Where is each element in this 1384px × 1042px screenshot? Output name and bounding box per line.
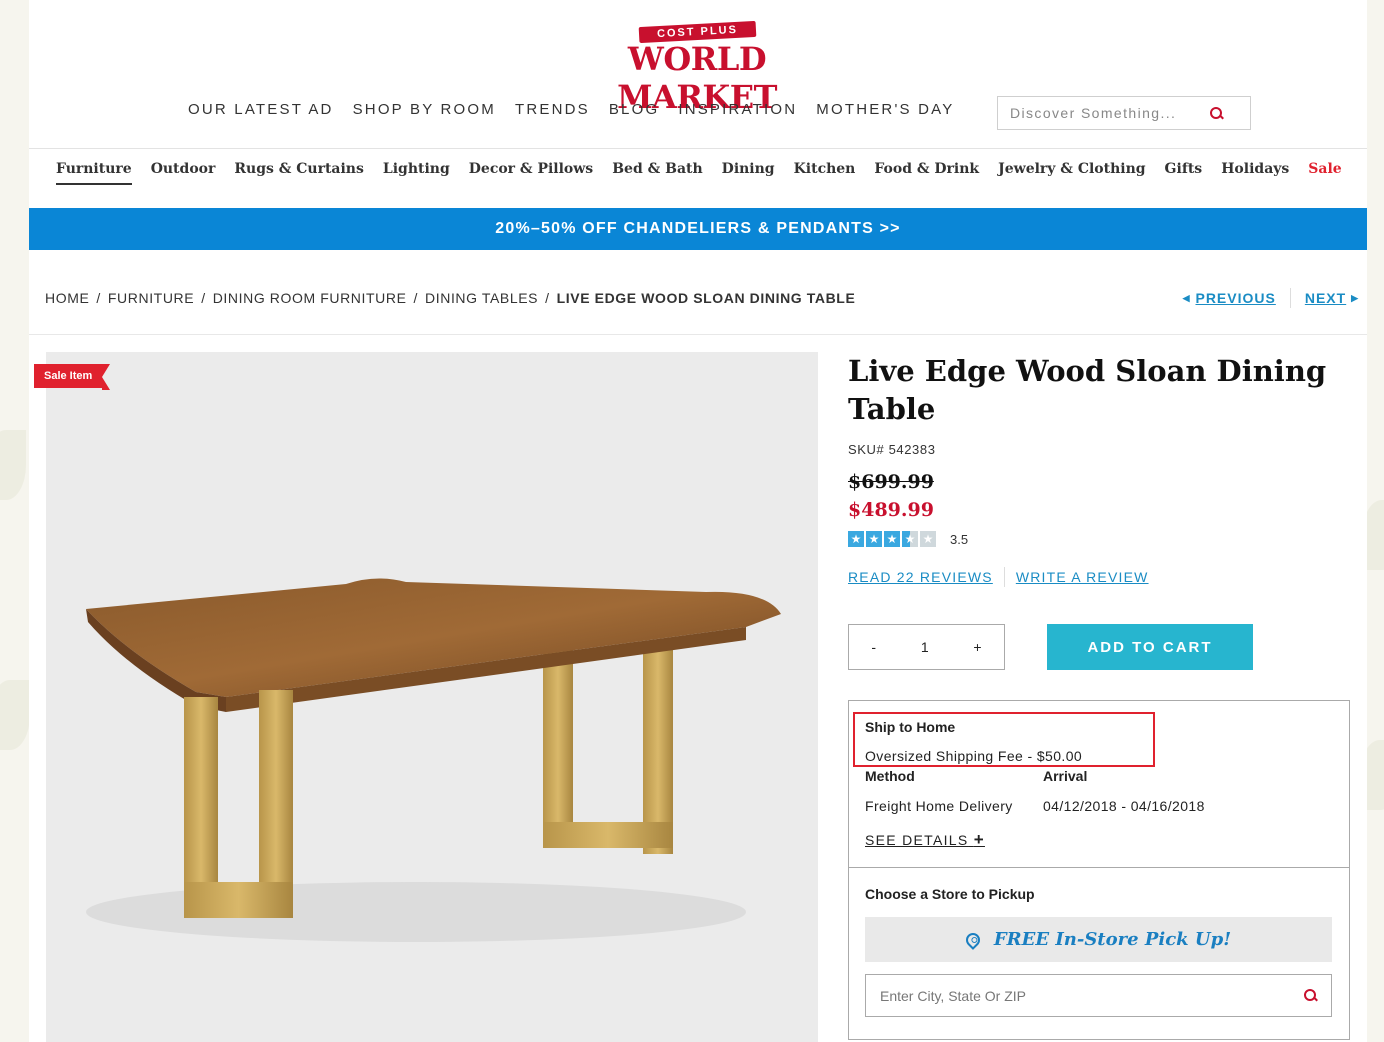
star-icon: ★ (848, 531, 864, 547)
fulfillment-box: Ship to Home Oversized Shipping Fee - $5… (848, 700, 1350, 1040)
search-icon[interactable] (1304, 989, 1317, 1002)
category-rugs-curtains[interactable]: Rugs & Curtains (234, 161, 364, 185)
star-half-icon: ★ (902, 531, 918, 547)
nav-trends[interactable]: TRENDS (515, 101, 590, 118)
store-locator-field (865, 974, 1332, 1017)
category-gifts[interactable]: Gifts (1165, 161, 1203, 185)
location-pin-icon (962, 929, 983, 950)
background-leaf (0, 430, 26, 500)
breadcrumb-separator: / (201, 290, 206, 306)
category-jewelry-clothing[interactable]: Jewelry & Clothing (998, 161, 1145, 185)
quantity-value[interactable]: 1 (921, 639, 929, 655)
pickup-button-label: FREE In-Store Pick Up! (993, 929, 1232, 950)
star-empty-icon: ★ (920, 531, 936, 547)
breadcrumb-separator: / (413, 290, 419, 306)
pickup-title: Choose a Store to Pickup (865, 886, 1035, 902)
plus-icon: + (973, 830, 985, 849)
nav-blog[interactable]: BLOG (609, 101, 659, 118)
quantity-stepper: - 1 + (848, 624, 1005, 670)
breadcrumb-separator: / (96, 290, 101, 306)
category-nav: Furniture Outdoor Rugs & Curtains Lighti… (56, 161, 1342, 185)
next-link[interactable]: NEXT (1305, 290, 1346, 306)
breadcrumb-furniture[interactable]: FURNITURE (108, 290, 194, 306)
nav-latest-ad[interactable]: OUR LATEST AD (188, 101, 334, 118)
site-search (997, 96, 1251, 130)
chevron-right-icon: ▶ (1351, 292, 1359, 303)
rating-value: 3.5 (950, 531, 969, 547)
nav-inspiration[interactable]: INSPIRATION (678, 101, 797, 118)
product-sku: SKU# 542383 (848, 442, 936, 457)
fulfillment-divider (849, 867, 1349, 868)
breadcrumb-home[interactable]: HOME (45, 290, 89, 306)
ship-to-home-title: Ship to Home (865, 719, 956, 735)
category-holidays[interactable]: Holidays (1221, 161, 1289, 185)
header-divider (29, 148, 1367, 149)
write-review-link[interactable]: WRITE A REVIEW (1016, 569, 1149, 585)
review-links: READ 22 REVIEWS WRITE A REVIEW (848, 567, 1348, 587)
review-divider (1003, 567, 1005, 587)
world-market-logo[interactable]: COST PLUS WORLD MARKET (577, 20, 817, 116)
category-sale[interactable]: Sale (1308, 161, 1341, 185)
sale-price: $489.99 (848, 499, 934, 521)
breadcrumb: HOME / FURNITURE / DINING ROOM FURNITURE / … (45, 290, 855, 306)
page: COST PLUS WORLD MARKET OUR LATEST AD SHO… (29, 0, 1367, 1042)
arrival-header: Arrival (1043, 768, 1088, 784)
add-to-cart-button[interactable]: ADD TO CART (1047, 624, 1253, 670)
top-nav: OUR LATEST AD SHOP BY ROOM TRENDS BLOG I… (188, 101, 954, 118)
table-leg-base (543, 822, 673, 848)
table-leg (543, 647, 573, 847)
breadcrumb-dining-room-furniture[interactable]: DINING ROOM FURNITURE (213, 290, 407, 306)
breadcrumb-divider (29, 334, 1367, 335)
star-rating: ★ ★ ★ ★ ★ 3.5 (848, 531, 1348, 547)
sale-item-badge: Sale Item (34, 364, 111, 390)
product-info: Live Edge Wood Sloan Dining Table SKU# 5… (848, 352, 1350, 1040)
product-title: Live Edge Wood Sloan Dining Table (848, 354, 1327, 426)
category-dining[interactable]: Dining (722, 161, 775, 185)
see-details-label: SEE DETAILS (865, 832, 969, 848)
star-icon: ★ (866, 531, 882, 547)
category-food-drink[interactable]: Food & Drink (874, 161, 979, 185)
category-lighting[interactable]: Lighting (383, 161, 450, 185)
table-leg-base (184, 882, 293, 918)
promo-banner[interactable]: 20%–50% OFF CHANDELIERS & PENDANTS >> (29, 208, 1367, 250)
zip-input[interactable] (880, 987, 1304, 1004)
original-price: $699.99 (848, 471, 934, 493)
category-furniture[interactable]: Furniture (56, 161, 132, 185)
background-leaf (0, 680, 30, 750)
search-icon[interactable] (1210, 106, 1223, 120)
shipping-method: Freight Home Delivery (865, 798, 1013, 814)
product-pager: ◀ PREVIOUS NEXT ▶ (1183, 288, 1359, 308)
previous-link[interactable]: PREVIOUS (1195, 290, 1275, 306)
chevron-left-icon: ◀ (1182, 292, 1191, 303)
nav-shop-by-room[interactable]: SHOP BY ROOM (353, 101, 496, 118)
see-details-link[interactable]: SEE DETAILS + (865, 830, 985, 850)
category-kitchen[interactable]: Kitchen (794, 161, 856, 185)
table-leg (259, 690, 293, 912)
breadcrumb-dining-tables[interactable]: DINING TABLES (425, 290, 538, 306)
breadcrumb-current: LIVE EDGE WOOD SLOAN DINING TABLE (556, 290, 856, 306)
dining-table-illustration (86, 578, 781, 942)
method-header: Method (865, 768, 915, 784)
pager-divider (1289, 288, 1291, 308)
search-input[interactable] (1010, 105, 1210, 121)
arrival-dates: 04/12/2018 - 04/16/2018 (1043, 798, 1205, 814)
read-reviews-link[interactable]: READ 22 REVIEWS (848, 569, 993, 585)
nav-mothers-day[interactable]: MOTHER'S DAY (816, 101, 954, 118)
breadcrumb-separator: / (545, 290, 550, 306)
shipping-fee: Oversized Shipping Fee - $50.00 (865, 748, 1083, 764)
star-icon: ★ (884, 531, 900, 547)
increase-quantity-button[interactable]: + (973, 639, 981, 655)
category-decor-pillows[interactable]: Decor & Pillows (469, 161, 593, 185)
category-outdoor[interactable]: Outdoor (151, 161, 216, 185)
in-store-pickup-button[interactable]: FREE In-Store Pick Up! (865, 917, 1332, 962)
category-bed-bath[interactable]: Bed & Bath (612, 161, 702, 185)
product-image[interactable] (46, 352, 818, 1042)
decrease-quantity-button[interactable]: - (871, 639, 876, 655)
